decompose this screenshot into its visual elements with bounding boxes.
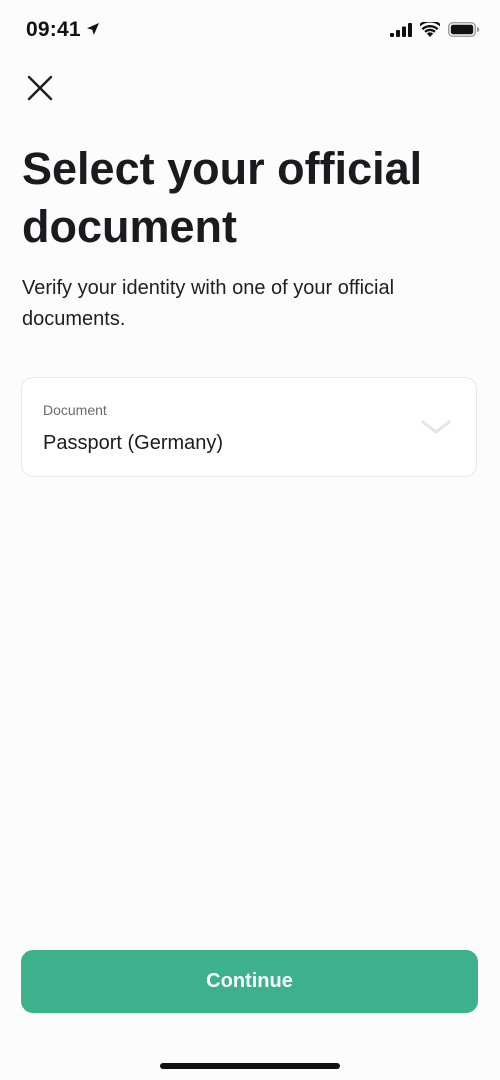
close-button[interactable] (22, 70, 58, 106)
signal-icon (390, 22, 412, 37)
status-indicators (390, 22, 480, 37)
status-bar: 09:41 (0, 0, 500, 62)
location-arrow-icon (87, 23, 99, 35)
document-select-value: Passport (Germany) (43, 432, 224, 454)
continue-button[interactable]: Continue (21, 950, 478, 1013)
battery-icon (448, 22, 480, 37)
page-subtitle: Verify your identity with one of your of… (22, 277, 395, 330)
document-select[interactable]: Document Passport (Germany) (21, 377, 477, 477)
document-select-label: Document (43, 402, 107, 418)
page-title: Select your official document (22, 143, 423, 252)
close-icon (27, 75, 53, 101)
home-indicator[interactable] (160, 1063, 340, 1069)
wifi-icon (420, 22, 440, 37)
status-time: 09:41 (26, 18, 81, 41)
chevron-down-icon (421, 420, 451, 434)
